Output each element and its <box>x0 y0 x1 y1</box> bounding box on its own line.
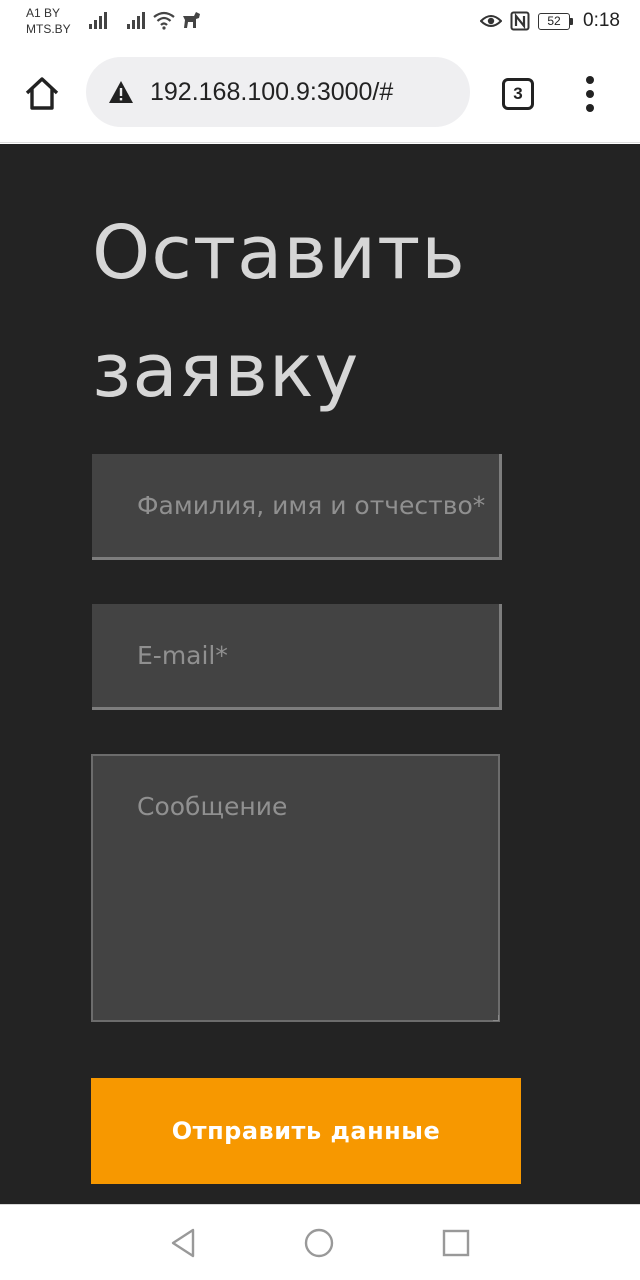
warning-icon[interactable] <box>108 80 134 104</box>
contact-form-section: Оставить заявку Отправить данные <box>0 144 640 1204</box>
signal-icon <box>89 12 107 29</box>
nfc-icon <box>510 11 530 31</box>
page-title: Оставить заявку <box>92 210 466 414</box>
system-navigation-bar <box>0 1204 640 1280</box>
wifi-icon <box>153 11 175 30</box>
carrier-line-1: A1 BY <box>26 6 61 20</box>
status-right-group: 52 0:18 <box>480 9 620 33</box>
dog-icon <box>183 12 200 28</box>
browser-toolbar: 192.168.100.9:3000/# 3 <box>0 44 640 143</box>
more-vertical-icon[interactable] <box>580 76 600 112</box>
eye-icon <box>480 15 503 27</box>
name-field[interactable] <box>92 454 502 560</box>
email-field[interactable] <box>92 604 502 710</box>
home-icon[interactable] <box>303 1227 335 1259</box>
battery-icon: 52 <box>538 12 574 30</box>
recents-icon[interactable] <box>440 1227 472 1259</box>
back-icon[interactable] <box>168 1227 200 1259</box>
resize-handle[interactable] <box>493 1015 499 1021</box>
tabs-button[interactable]: 3 <box>502 78 534 110</box>
submit-button[interactable]: Отправить данные <box>91 1078 521 1184</box>
home-button[interactable] <box>22 74 62 114</box>
address-bar[interactable]: 192.168.100.9:3000/# <box>86 57 470 127</box>
url-text[interactable]: 192.168.100.9:3000/# <box>150 57 393 127</box>
status-bar: A1 BY MTS.BY 52 0:18 <box>0 0 640 44</box>
carrier-line-2: MTS.BY <box>26 22 71 36</box>
home-icon <box>25 77 59 110</box>
carrier-info: A1 BY MTS.BY <box>26 5 71 37</box>
status-clock: 0:18 <box>583 10 620 31</box>
signal-icon <box>127 12 145 29</box>
battery-level: 52 <box>538 12 571 30</box>
message-field[interactable] <box>91 754 500 1022</box>
